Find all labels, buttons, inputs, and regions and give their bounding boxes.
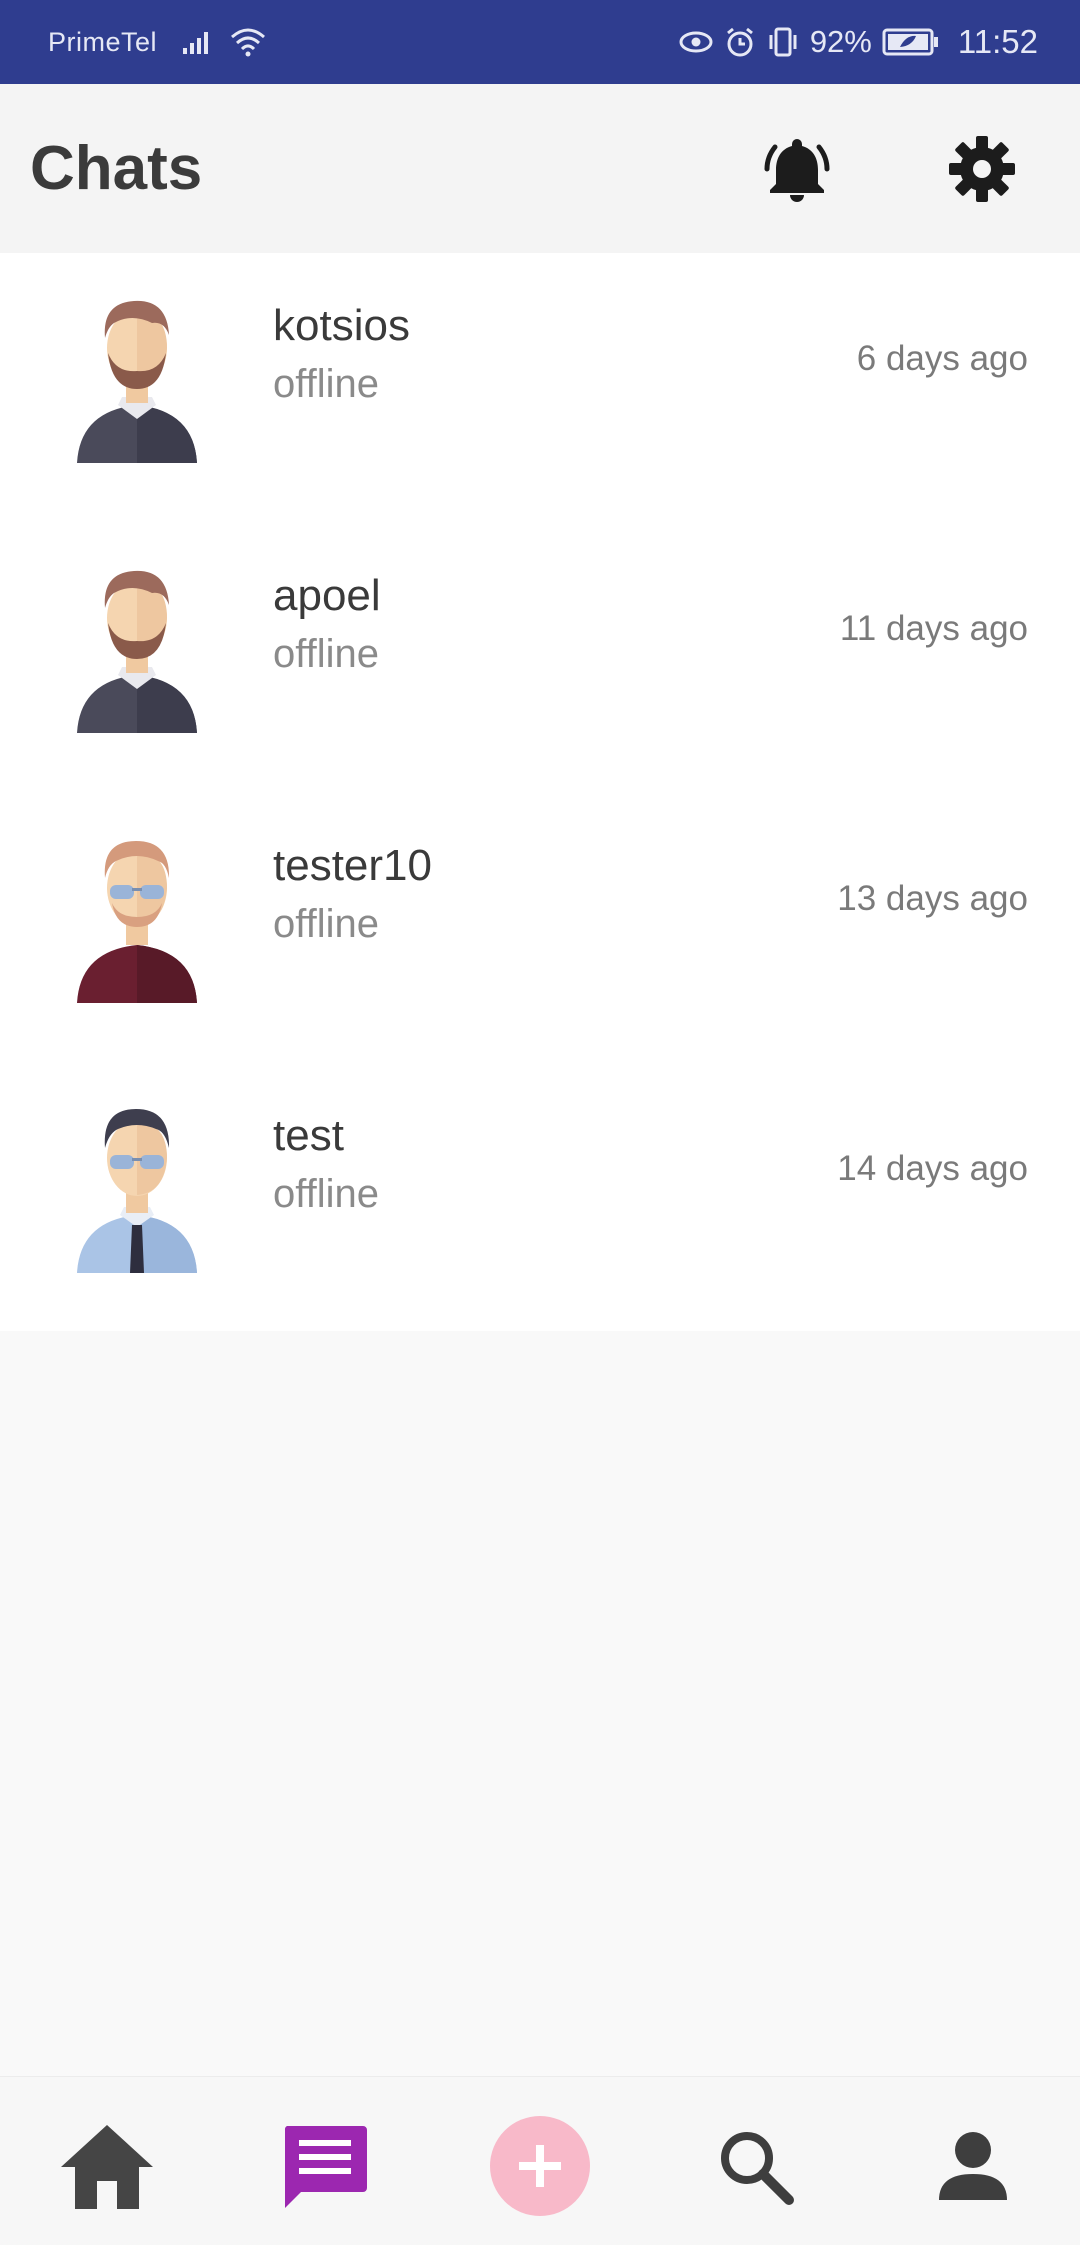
chat-name: test xyxy=(273,1111,344,1160)
clock: 11:52 xyxy=(957,23,1038,60)
alarm-icon xyxy=(726,27,753,57)
wifi-icon xyxy=(231,28,266,57)
chat-time: 14 days ago xyxy=(837,1149,1028,1188)
page-title: Chats xyxy=(30,134,203,203)
profile-icon xyxy=(939,2132,1007,2200)
nav-add-button[interactable] xyxy=(485,2111,595,2221)
nav-profile-button[interactable] xyxy=(918,2111,1028,2221)
chat-item-kotsios[interactable]: kotsios offline 6 days ago xyxy=(0,253,1080,523)
battery-icon xyxy=(882,28,938,56)
chat-item-test[interactable]: test offline 14 days ago xyxy=(0,1063,1080,1333)
vibrate-icon xyxy=(769,27,797,57)
gear-icon xyxy=(949,135,1015,202)
chat-status: offline xyxy=(273,632,380,676)
settings-button[interactable] xyxy=(937,124,1027,214)
chat-time: 11 days ago xyxy=(839,609,1028,648)
app-header: Chats xyxy=(0,84,1080,253)
chat-item-tester10[interactable]: tester10 offline 13 days ago xyxy=(0,793,1080,1063)
signal-icon xyxy=(183,32,209,54)
battery-percent: 92% xyxy=(809,24,872,59)
sunglasses-man-avatar-icon xyxy=(77,841,197,1003)
bell-icon xyxy=(764,138,830,202)
bottom-navigation xyxy=(0,2076,1080,2245)
chat-list: kotsios offline 6 days ago apoel offline… xyxy=(0,253,1080,1331)
carrier-name: PrimeTel xyxy=(48,26,158,57)
chat-item-apoel[interactable]: apoel offline 11 days ago xyxy=(0,523,1080,793)
chat-name: kotsios xyxy=(273,301,410,350)
bearded-man-avatar-icon xyxy=(77,300,197,463)
add-button-circle xyxy=(490,2116,590,2216)
eye-icon xyxy=(679,31,713,53)
chat-status: offline xyxy=(273,362,380,406)
chat-name: tester10 xyxy=(273,841,432,890)
notifications-button[interactable] xyxy=(752,124,842,214)
bearded-man-avatar-icon xyxy=(77,570,197,733)
chat-name: apoel xyxy=(273,571,381,620)
chat-status: offline xyxy=(273,902,380,946)
chat-icon xyxy=(284,2126,367,2208)
tie-man-avatar-icon xyxy=(77,1109,197,1273)
add-icon xyxy=(519,2145,561,2187)
nav-search-button[interactable] xyxy=(700,2111,810,2221)
chat-time: 6 days ago xyxy=(856,339,1028,378)
home-icon xyxy=(61,2125,153,2209)
chat-time: 13 days ago xyxy=(837,879,1028,918)
nav-chats-button[interactable] xyxy=(270,2111,380,2221)
chat-status: offline xyxy=(273,1172,380,1216)
search-icon xyxy=(721,2132,794,2205)
status-bar: PrimeTel 92% 11:52 xyxy=(0,0,1080,84)
nav-home-button[interactable] xyxy=(52,2111,162,2221)
